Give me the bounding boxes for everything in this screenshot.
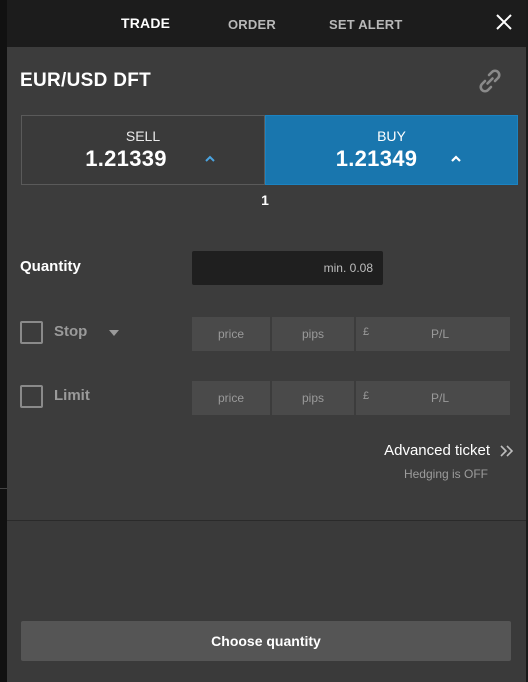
- stop-price-input[interactable]: [192, 317, 270, 351]
- advanced-ticket-label: Advanced ticket: [384, 442, 490, 459]
- chevron-up-icon: [451, 155, 461, 162]
- buy-label: BUY: [377, 128, 406, 144]
- background-divider: [0, 488, 7, 489]
- buy-button[interactable]: BUY 1.21349: [265, 115, 518, 185]
- instrument-title: EUR/USD DFT: [20, 70, 152, 91]
- stop-label: Stop: [54, 323, 88, 340]
- quantity-input[interactable]: [192, 251, 383, 285]
- limit-fields: £: [192, 381, 510, 415]
- chevron-up-icon: [205, 155, 215, 162]
- caret-down-icon[interactable]: [109, 330, 119, 336]
- stop-fields: £: [192, 317, 510, 351]
- sell-label: SELL: [125, 128, 161, 144]
- stop-checkbox[interactable]: [20, 321, 43, 344]
- sell-price: 1.21339: [85, 146, 167, 171]
- limit-checkbox[interactable]: [20, 385, 43, 408]
- tab-order[interactable]: ORDER: [228, 17, 276, 32]
- spread-value: 1: [261, 192, 269, 208]
- limit-price-input[interactable]: [192, 381, 270, 415]
- stop-pl-input[interactable]: [356, 317, 510, 351]
- quantity-label: Quantity: [20, 258, 81, 275]
- sell-button[interactable]: SELL 1.21339: [21, 115, 265, 185]
- link-icon[interactable]: [475, 66, 505, 96]
- tab-trade[interactable]: TRADE: [121, 15, 170, 31]
- limit-label: Limit: [54, 387, 90, 404]
- tab-set-alert[interactable]: SET ALERT: [329, 17, 403, 32]
- stop-pips-input[interactable]: [272, 317, 354, 351]
- limit-currency-symbol: £: [363, 390, 370, 402]
- stop-currency-symbol: £: [363, 326, 370, 338]
- tab-bar: TRADE ORDER SET ALERT: [7, 0, 526, 47]
- choose-quantity-button[interactable]: Choose quantity: [21, 621, 511, 661]
- buy-price: 1.21349: [335, 146, 418, 171]
- double-chevron-right-icon: [500, 445, 514, 457]
- trade-ticket-panel: TRADE ORDER SET ALERT EUR/USD DFT SELL 1…: [7, 0, 526, 682]
- limit-pips-input[interactable]: [272, 381, 354, 415]
- close-icon[interactable]: [494, 12, 514, 32]
- background-edge: [0, 0, 7, 682]
- hedging-status: Hedging is OFF: [403, 467, 488, 481]
- limit-pl-input[interactable]: [356, 381, 510, 415]
